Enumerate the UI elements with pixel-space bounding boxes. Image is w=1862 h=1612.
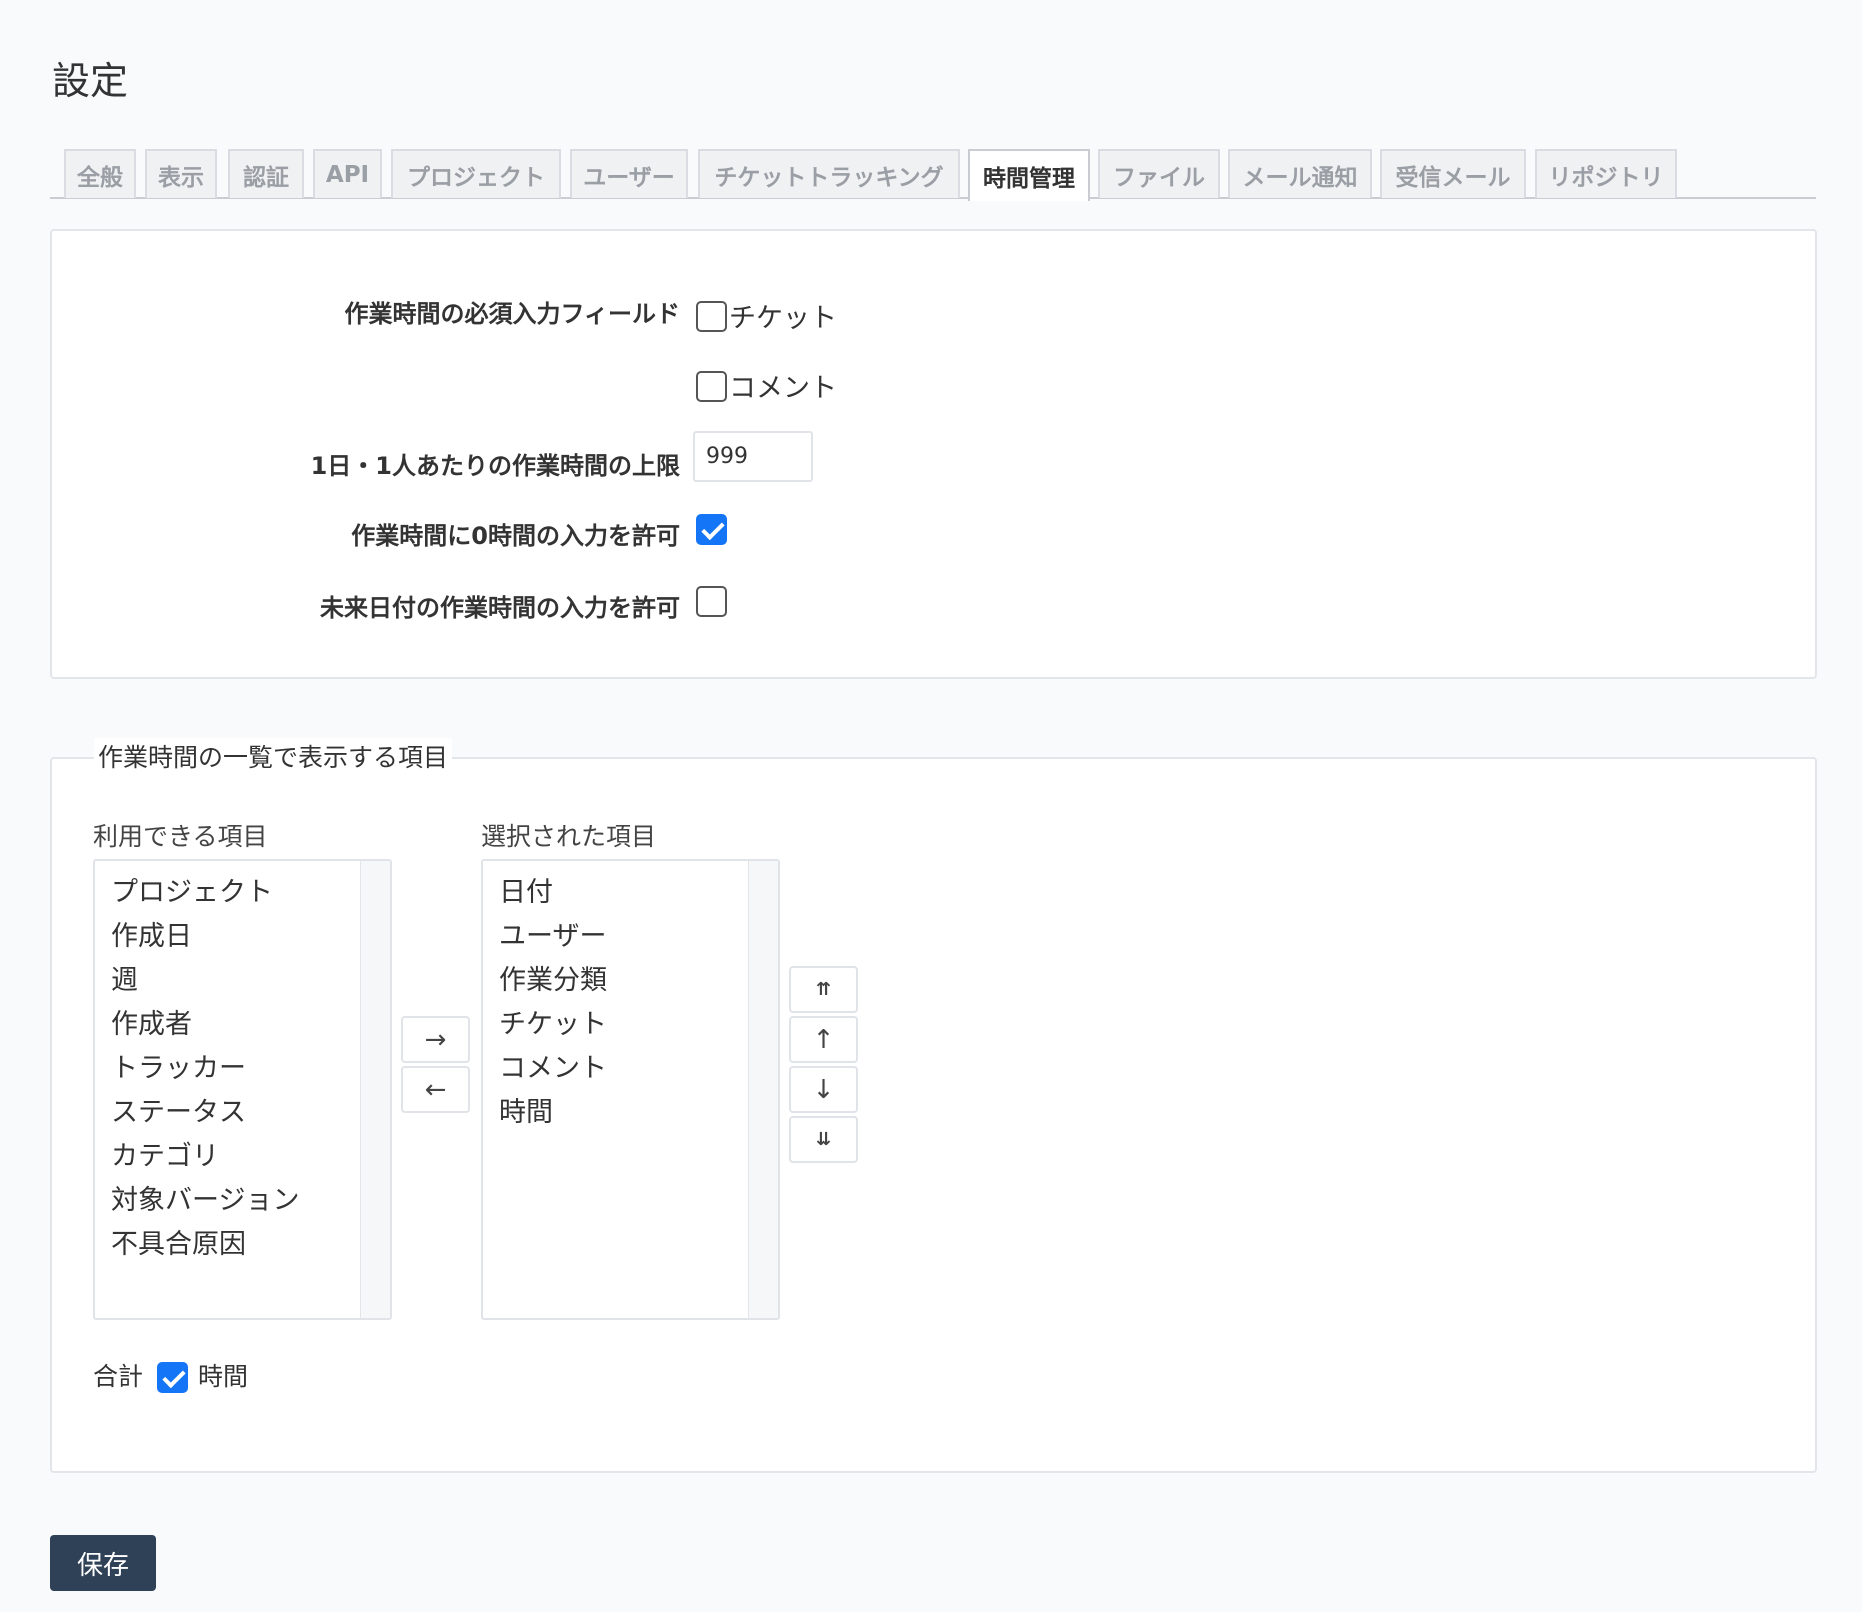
- tab-display[interactable]: 表示: [145, 149, 217, 198]
- total-hours-checkbox[interactable]: [157, 1362, 188, 1393]
- allow-future-label: 未来日付の作業時間の入力を許可: [320, 594, 680, 622]
- move-right-button[interactable]: →: [401, 1016, 470, 1063]
- tab-time-tracking[interactable]: 時間管理: [968, 149, 1090, 201]
- list-item[interactable]: カテゴリ: [111, 1135, 299, 1179]
- max-hours-label: 1日・1人あたりの作業時間の上限: [310, 452, 680, 480]
- required-issue-label: チケット: [729, 303, 837, 334]
- available-columns-list[interactable]: プロジェクト 作成日 週 作成者 トラッカー ステータス カテゴリ 対象バージョ…: [93, 859, 392, 1320]
- tab-projects[interactable]: プロジェクト: [391, 149, 561, 198]
- total-hours-label: 時間: [198, 1362, 249, 1391]
- list-item[interactable]: 時間: [499, 1091, 607, 1135]
- tab-api[interactable]: API: [313, 149, 382, 198]
- list-item[interactable]: プロジェクト: [111, 871, 299, 915]
- page-title: 設定: [52, 59, 129, 103]
- available-columns-title: 利用できる項目: [93, 822, 268, 851]
- list-columns-fieldset: 作業時間の一覧で表示する項目 利用できる項目 プロジェクト 作成日 週 作成者 …: [50, 738, 1817, 1473]
- tab-authentication[interactable]: 認証: [228, 149, 304, 198]
- list-item[interactable]: 対象バージョン: [111, 1179, 299, 1223]
- move-up-button[interactable]: ↑: [789, 1016, 858, 1063]
- list-item[interactable]: トラッカー: [111, 1047, 299, 1091]
- settings-page: 設定 全般 表示 認証 API プロジェクト ユーザー チケットトラッキング 時…: [0, 0, 1862, 1612]
- list-item[interactable]: 作成者: [111, 1003, 299, 1047]
- tab-email-notifications[interactable]: メール通知: [1228, 149, 1372, 198]
- list-item[interactable]: ユーザー: [499, 915, 607, 959]
- totals-label: 合計: [93, 1362, 144, 1391]
- list-item[interactable]: 日付: [499, 871, 607, 915]
- required-fields-label: 作業時間の必須入力フィールド: [344, 300, 680, 328]
- fieldset-legend: 作業時間の一覧で表示する項目: [94, 738, 453, 774]
- tab-issue-tracking[interactable]: チケットトラッキング: [698, 149, 960, 198]
- tab-repositories[interactable]: リポジトリ: [1535, 149, 1677, 198]
- list-item[interactable]: コメント: [499, 1047, 607, 1091]
- max-hours-input[interactable]: [693, 431, 813, 482]
- time-tracking-settings-box: 作業時間の必須入力フィールド チケット コメント 1日・1人あたりの作業時間の上…: [50, 229, 1817, 679]
- settings-tabs: 全般 表示 認証 API プロジェクト ユーザー チケットトラッキング 時間管理…: [50, 149, 1816, 201]
- list-item[interactable]: チケット: [499, 1003, 607, 1047]
- move-down-button[interactable]: ↓: [789, 1066, 858, 1113]
- tab-general[interactable]: 全般: [64, 149, 136, 198]
- allow-future-checkbox[interactable]: [696, 586, 727, 617]
- required-issue-checkbox[interactable]: [696, 301, 727, 332]
- list-item[interactable]: 不具合原因: [111, 1223, 299, 1267]
- allow-zero-label: 作業時間に0時間の入力を許可: [351, 522, 680, 550]
- move-top-button[interactable]: ⇈: [789, 966, 858, 1013]
- move-left-button[interactable]: ←: [401, 1066, 470, 1113]
- required-comment-label: コメント: [729, 373, 837, 404]
- list-item[interactable]: ステータス: [111, 1091, 299, 1135]
- tab-incoming-emails[interactable]: 受信メール: [1380, 149, 1526, 198]
- list-item[interactable]: 作業分類: [499, 959, 607, 1003]
- selected-columns-list[interactable]: 日付 ユーザー 作業分類 チケット コメント 時間: [481, 859, 780, 1320]
- scrollbar[interactable]: [360, 861, 390, 1318]
- tab-users[interactable]: ユーザー: [570, 149, 688, 198]
- tab-files[interactable]: ファイル: [1098, 149, 1220, 198]
- save-button[interactable]: 保存: [50, 1535, 156, 1591]
- selected-columns-title: 選択された項目: [481, 822, 657, 851]
- list-item[interactable]: 週: [111, 959, 299, 1003]
- allow-zero-checkbox[interactable]: [696, 514, 727, 545]
- required-comment-checkbox[interactable]: [696, 371, 727, 402]
- scrollbar[interactable]: [748, 861, 778, 1318]
- move-bottom-button[interactable]: ⇊: [789, 1116, 858, 1163]
- list-item[interactable]: 作成日: [111, 915, 299, 959]
